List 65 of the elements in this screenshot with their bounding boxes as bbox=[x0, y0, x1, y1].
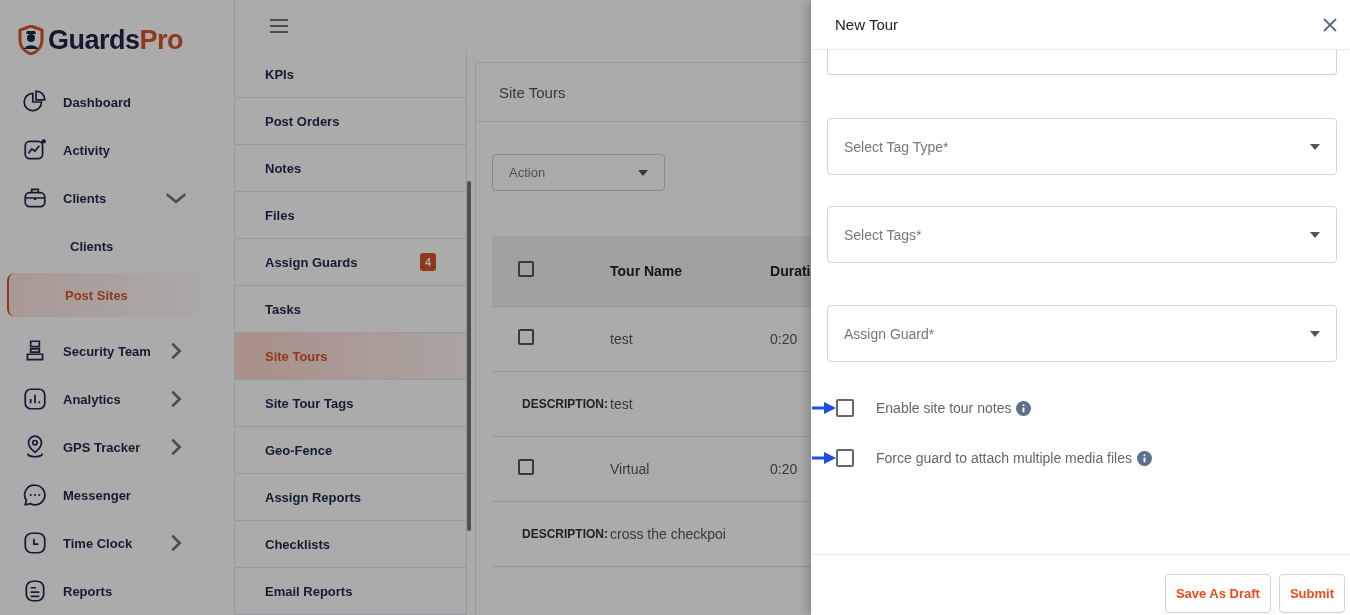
description-label: DESCRIPTION: bbox=[522, 396, 608, 411]
submenu-item[interactable]: Geo-Fence bbox=[235, 427, 466, 474]
option-label: Force guard to attach multiple media files bbox=[876, 450, 1132, 466]
sidebar-item[interactable]: GPS Tracker bbox=[0, 423, 234, 471]
table-cell: 0:20 bbox=[770, 330, 798, 347]
pointer-arrow-icon bbox=[812, 402, 836, 414]
select-field[interactable]: Select Tag Type* bbox=[827, 118, 1337, 175]
sidebar-item[interactable]: Time Clock bbox=[0, 519, 234, 567]
info-icon[interactable] bbox=[1016, 400, 1032, 416]
submenu-item[interactable]: Site Tour Tags bbox=[235, 380, 466, 427]
chat-bubble-icon bbox=[22, 482, 48, 508]
sidebar-item[interactable]: Dashboard bbox=[0, 78, 234, 126]
column-header: Tour Name bbox=[610, 262, 683, 279]
table-cell: test bbox=[610, 330, 633, 347]
submenu-item[interactable]: Notes bbox=[235, 145, 466, 192]
table-cell: Virtual bbox=[610, 460, 650, 477]
checkbox[interactable] bbox=[836, 449, 854, 467]
document-icon bbox=[22, 578, 48, 604]
dropdown-caret-icon bbox=[1310, 143, 1320, 150]
dropdown-caret-icon bbox=[1310, 330, 1320, 337]
checkbox[interactable] bbox=[836, 399, 854, 417]
column-header: Durati bbox=[770, 262, 811, 279]
select-field[interactable]: Assign Guard* bbox=[827, 305, 1337, 362]
sidebar-item[interactable]: Messenger bbox=[0, 471, 234, 519]
description-text: cross the checkpoi bbox=[610, 525, 726, 542]
dropdown-caret-icon bbox=[1310, 231, 1320, 238]
sidebar-item[interactable]: Clients bbox=[0, 174, 234, 222]
checkbox[interactable] bbox=[518, 261, 534, 278]
brand-logo-text: GuardsPro bbox=[48, 24, 184, 56]
dropdown-caret-icon bbox=[638, 169, 648, 176]
menu-icon[interactable] bbox=[269, 17, 289, 34]
sidebar-item[interactable]: Reports bbox=[0, 567, 234, 615]
drawer-title: New Tour bbox=[835, 16, 899, 33]
sidebar-item[interactable]: Analytics bbox=[0, 375, 234, 423]
description-text: test bbox=[610, 395, 633, 412]
submenu-item[interactable]: KPIs bbox=[235, 51, 466, 98]
option-label: Enable site tour notes bbox=[876, 400, 1012, 416]
table-cell: 0:20 bbox=[770, 460, 798, 477]
submenu-item[interactable]: Files bbox=[235, 192, 466, 239]
sidebar-subitem[interactable]: Clients bbox=[7, 224, 220, 268]
submenu-item[interactable]: Assign Guards 4 bbox=[235, 239, 466, 286]
input-field[interactable] bbox=[827, 50, 1337, 75]
footer-button[interactable]: Submit bbox=[1278, 574, 1345, 613]
scrollbar-thumb[interactable] bbox=[467, 181, 471, 531]
briefcase-icon bbox=[22, 185, 48, 211]
checkbox[interactable] bbox=[518, 329, 534, 345]
action-dropdown[interactable]: Action bbox=[492, 154, 665, 191]
info-icon[interactable] bbox=[1137, 450, 1152, 466]
submenu-item[interactable]: Assign Reports bbox=[235, 474, 466, 521]
activity-chart-icon bbox=[22, 137, 48, 163]
count-badge: 4 bbox=[419, 253, 436, 271]
footer-button[interactable]: Save As Draft bbox=[1164, 574, 1271, 613]
sidebar-item[interactable]: Security Team bbox=[0, 327, 234, 375]
submenu-item[interactable]: Email Reports bbox=[235, 568, 466, 615]
checkbox[interactable] bbox=[518, 459, 534, 475]
submenu-item[interactable]: Post Orders bbox=[235, 98, 466, 145]
bar-chart-icon bbox=[22, 386, 48, 412]
select-field[interactable]: Select Tags* bbox=[827, 206, 1337, 263]
shield-guard-logo-icon bbox=[18, 25, 44, 55]
sidebar-item[interactable]: Activity bbox=[0, 126, 234, 174]
pointer-arrow-icon bbox=[812, 452, 836, 464]
clock-icon bbox=[22, 530, 48, 556]
close-icon[interactable] bbox=[1322, 16, 1338, 33]
description-label: DESCRIPTION: bbox=[522, 526, 608, 541]
submenu-item[interactable]: Checklists bbox=[235, 521, 466, 568]
